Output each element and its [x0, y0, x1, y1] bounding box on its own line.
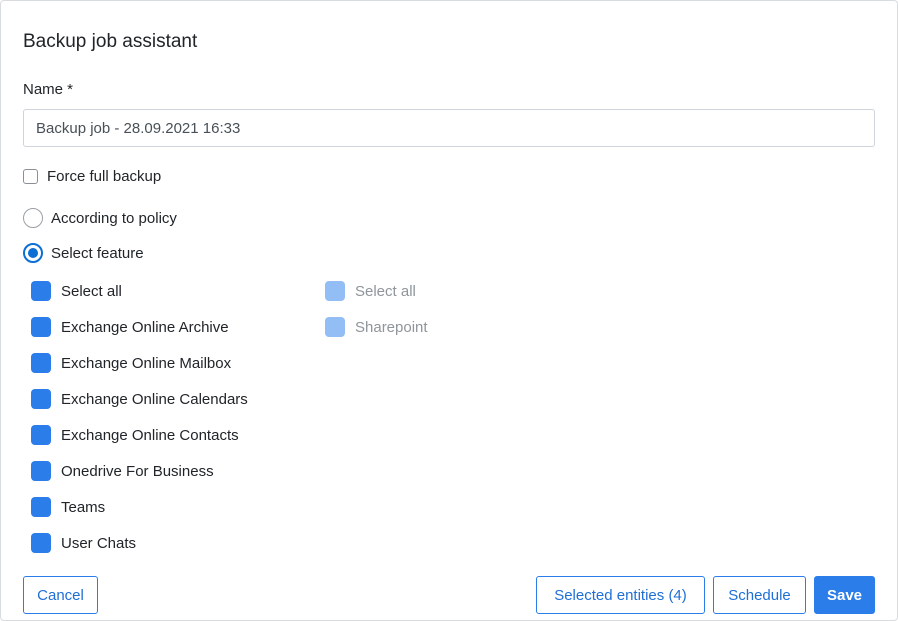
feature-exchange-online-contacts[interactable]: Exchange Online Contacts: [31, 424, 239, 446]
feature-sharepoint: Sharepoint: [325, 316, 428, 338]
radio-dot-icon: [28, 248, 38, 258]
force-full-backup-label: Force full backup: [47, 167, 162, 185]
feature-exchange-online-archive[interactable]: Exchange Online Archive: [31, 316, 229, 338]
feature-label: Onedrive For Business: [61, 462, 214, 480]
feature-label: User Chats: [61, 534, 137, 552]
radio-button-checked[interactable]: [23, 243, 43, 263]
feature-checkbox[interactable]: [31, 353, 51, 373]
feature-onedrive-for-business[interactable]: Onedrive For Business: [31, 460, 214, 482]
feature-checkbox[interactable]: [31, 497, 51, 517]
radio-label: According to policy: [51, 209, 177, 227]
feature-checkbox[interactable]: [31, 281, 51, 301]
dialog-title: Backup job assistant: [23, 31, 198, 52]
feature-teams[interactable]: Teams: [31, 496, 105, 518]
name-input[interactable]: [23, 109, 875, 147]
feature-label: Exchange Online Calendars: [61, 390, 248, 408]
feature-label: Select all: [355, 282, 416, 300]
feature-checkbox[interactable]: [31, 425, 51, 445]
feature-select-all[interactable]: Select all: [31, 280, 122, 302]
radio-select-feature[interactable]: Select feature: [23, 242, 144, 264]
feature-label: Select all: [61, 282, 122, 300]
feature-checkbox[interactable]: [31, 533, 51, 553]
save-button[interactable]: Save: [814, 576, 875, 614]
feature-user-chats[interactable]: User Chats: [31, 532, 136, 554]
radio-button-unchecked[interactable]: [23, 208, 43, 228]
feature-exchange-online-mailbox[interactable]: Exchange Online Mailbox: [31, 352, 231, 374]
feature-checkbox[interactable]: [31, 389, 51, 409]
cancel-button[interactable]: Cancel: [23, 576, 98, 614]
force-full-backup-option[interactable]: Force full backup: [23, 167, 161, 185]
feature-checkbox[interactable]: [31, 317, 51, 337]
radio-label: Select feature: [51, 244, 144, 262]
feature-label: Exchange Online Contacts: [61, 426, 239, 444]
feature-exchange-online-calendars[interactable]: Exchange Online Calendars: [31, 388, 248, 410]
radio-according-to-policy[interactable]: According to policy: [23, 207, 177, 229]
feature-checkbox-disabled: [325, 281, 345, 301]
feature-label: Exchange Online Mailbox: [61, 354, 232, 372]
name-label: Name *: [23, 81, 74, 98]
feature-select-all-sharepoint: Select all: [325, 280, 416, 302]
feature-checkbox-disabled: [325, 317, 345, 337]
feature-label: Exchange Online Archive: [61, 318, 229, 336]
force-full-backup-checkbox[interactable]: [23, 168, 38, 184]
feature-label: Sharepoint: [355, 318, 428, 336]
schedule-button[interactable]: Schedule: [713, 576, 806, 614]
backup-job-dialog: Backup job assistant Name * Force full b…: [0, 0, 898, 621]
feature-checkbox[interactable]: [31, 461, 51, 481]
feature-label: Teams: [61, 498, 106, 516]
selected-entities-button[interactable]: Selected entities (4): [536, 576, 705, 614]
